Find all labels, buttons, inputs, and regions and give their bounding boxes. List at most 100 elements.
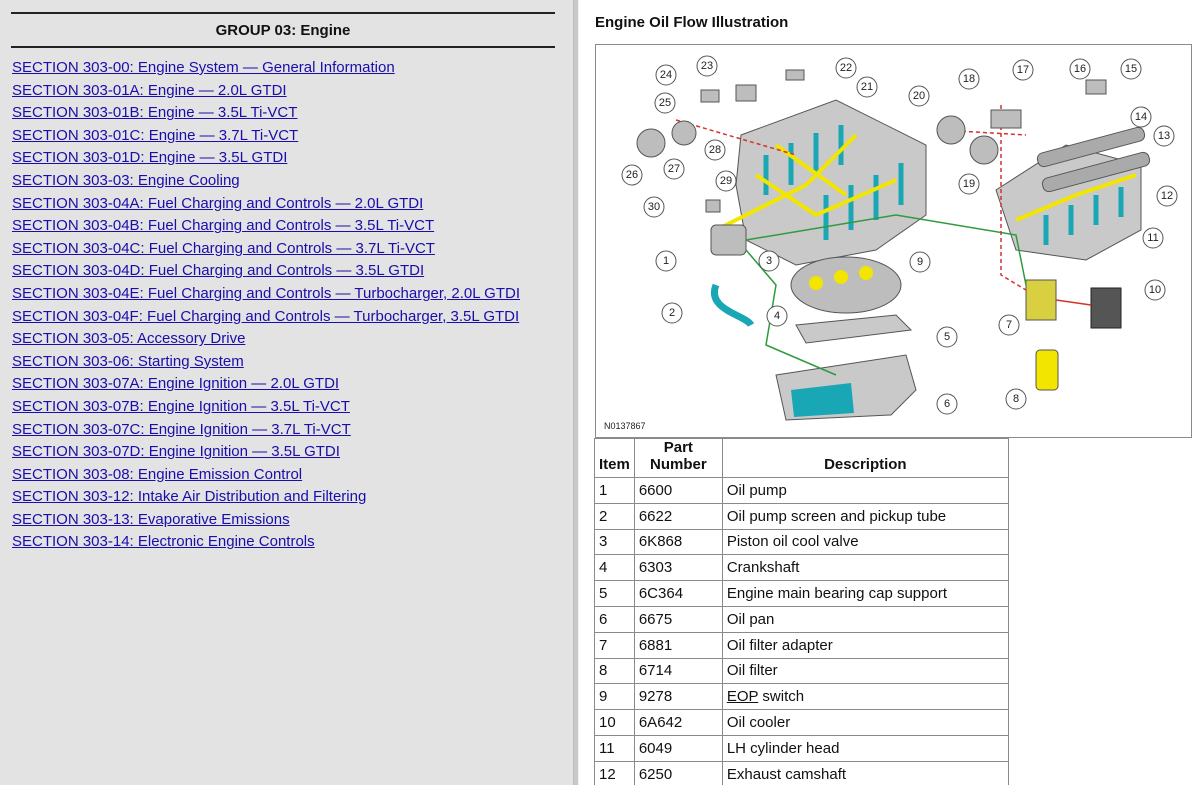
list-item: SECTION 303-05: Accessory Drive — [12, 329, 520, 352]
table-row: 4 6303 Crankshaft — [594, 554, 1009, 582]
svg-text:3: 3 — [766, 255, 772, 267]
section-link[interactable]: SECTION 303-01A: Engine — 2.0L GTDI — [12, 82, 287, 99]
section-link[interactable]: SECTION 303-04A: Fuel Charging and Contr… — [12, 195, 423, 212]
oil-pump-shape — [710, 224, 747, 256]
section-link[interactable]: SECTION 303-07A: Engine Ignition — 2.0L … — [12, 375, 339, 392]
item-cell: 2 — [594, 502, 635, 530]
item-cell: 7 — [594, 631, 635, 659]
description-cell: Oil pan — [721, 605, 1009, 633]
description-cell: Oil pump screen and pickup tube — [721, 502, 1009, 530]
column-header-part-number: Part Number — [633, 438, 723, 478]
svg-text:16: 16 — [1074, 63, 1086, 75]
svg-text:19: 19 — [963, 178, 975, 190]
callout-12: 12 — [1156, 185, 1178, 207]
svg-text:1: 1 — [663, 255, 669, 267]
callout-19: 19 — [958, 173, 980, 195]
section-link[interactable]: SECTION 303-04C: Fuel Charging and Contr… — [12, 240, 435, 257]
section-link[interactable]: SECTION 303-00: Engine System — General … — [12, 59, 395, 76]
svg-text:27: 27 — [668, 163, 680, 175]
section-link[interactable]: SECTION 303-01D: Engine — 3.5L GTDI — [12, 149, 287, 166]
part-number-cell: 6250 — [633, 760, 723, 785]
part-number-cell: 6A642 — [633, 709, 723, 736]
callout-3: 3 — [758, 250, 780, 272]
section-link[interactable]: SECTION 303-05: Accessory Drive — [12, 330, 245, 347]
part-number-cell: 6714 — [633, 657, 723, 685]
section-link[interactable]: SECTION 303-08: Engine Emission Control — [12, 466, 302, 483]
list-item: SECTION 303-04B: Fuel Charging and Contr… — [12, 216, 520, 239]
description-cell: Engine main bearing cap support — [721, 580, 1009, 607]
group-title: GROUP 03: Engine — [11, 12, 555, 48]
section-link-list: SECTION 303-00: Engine System — General … — [12, 58, 520, 555]
table-row: 5 6C364 Engine main bearing cap support — [594, 580, 1009, 607]
callout-13: 13 — [1153, 125, 1175, 147]
list-item: SECTION 303-00: Engine System — General … — [12, 58, 520, 81]
callout-2: 2 — [661, 302, 683, 324]
section-link[interactable]: SECTION 303-04F: Fuel Charging and Contr… — [12, 308, 519, 325]
section-link[interactable]: SECTION 303-07D: Engine Ignition — 3.5L … — [12, 443, 340, 460]
list-item: SECTION 303-04C: Fuel Charging and Contr… — [12, 239, 520, 262]
callout-16: 16 — [1069, 58, 1091, 80]
svg-text:26: 26 — [626, 169, 638, 181]
description-cell: Exhaust camshaft — [721, 760, 1009, 785]
callout-8: 8 — [1005, 388, 1027, 410]
svg-text:10: 10 — [1149, 284, 1161, 296]
section-link[interactable]: SECTION 303-13: Evaporative Emissions — [12, 511, 290, 528]
column-header-description: Description — [721, 438, 1009, 478]
list-item: SECTION 303-06: Starting System — [12, 352, 520, 375]
column-header-item: Item — [594, 438, 635, 478]
table-row: 9 9278 EOP switch — [594, 683, 1009, 711]
section-link[interactable]: SECTION 303-04D: Fuel Charging and Contr… — [12, 262, 424, 279]
list-item: SECTION 303-12: Intake Air Distribution … — [12, 487, 520, 510]
svg-text:6: 6 — [944, 398, 950, 410]
callout-5: 5 — [936, 326, 958, 348]
callout-17: 17 — [1012, 59, 1034, 81]
section-link[interactable]: SECTION 303-04E: Fuel Charging and Contr… — [12, 285, 520, 302]
svg-text:15: 15 — [1125, 63, 1137, 75]
description-cell: Oil pump — [721, 477, 1009, 504]
list-item: SECTION 303-04A: Fuel Charging and Contr… — [12, 194, 520, 217]
section-link[interactable]: SECTION 303-04B: Fuel Charging and Contr… — [12, 217, 434, 234]
svg-text:4: 4 — [774, 310, 780, 322]
svg-text:18: 18 — [963, 73, 975, 85]
callout-1: 1 — [655, 250, 677, 272]
item-cell: 11 — [594, 734, 635, 762]
section-link[interactable]: SECTION 303-07C: Engine Ignition — 3.7L … — [12, 421, 351, 438]
item-cell: 8 — [594, 657, 635, 685]
section-link[interactable]: SECTION 303-12: Intake Air Distribution … — [12, 488, 366, 505]
part-number-cell: 9278 — [633, 683, 723, 711]
section-link[interactable]: SECTION 303-14: Electronic Engine Contro… — [12, 533, 315, 550]
callout-21: 21 — [856, 76, 878, 98]
item-cell: 1 — [594, 477, 635, 504]
svg-text:24: 24 — [660, 69, 672, 81]
eop-abbreviation-link[interactable]: EOP — [727, 688, 758, 705]
svg-text:2: 2 — [669, 307, 675, 319]
list-item: SECTION 303-01D: Engine — 3.5L GTDI — [12, 148, 520, 171]
table-row: 6 6675 Oil pan — [594, 605, 1009, 633]
section-link[interactable]: SECTION 303-07B: Engine Ignition — 3.5L … — [12, 398, 350, 415]
svg-text:29: 29 — [720, 175, 732, 187]
svg-text:30: 30 — [648, 201, 660, 213]
section-link[interactable]: SECTION 303-01C: Engine — 3.7L Ti-VCT — [12, 127, 298, 144]
table-row: 3 6K868 Piston oil cool valve — [594, 528, 1009, 556]
callout-25: 25 — [654, 92, 676, 114]
part-number-cell: 6675 — [633, 605, 723, 633]
part-number-cell: 6622 — [633, 502, 723, 530]
section-link[interactable]: SECTION 303-01B: Engine — 3.5L Ti-VCT — [12, 104, 297, 121]
list-item: SECTION 303-01A: Engine — 2.0L GTDI — [12, 81, 520, 104]
section-link[interactable]: SECTION 303-03: Engine Cooling — [12, 172, 240, 189]
description-cell: Piston oil cool valve — [721, 528, 1009, 556]
list-item: SECTION 303-13: Evaporative Emissions — [12, 510, 520, 533]
illustration-title: Engine Oil Flow Illustration — [595, 14, 789, 31]
callout-18: 18 — [958, 68, 980, 90]
svg-text:8: 8 — [1013, 393, 1019, 405]
callout-4: 4 — [766, 305, 788, 327]
table-row: 10 6A642 Oil cooler — [594, 709, 1009, 736]
item-cell: 10 — [594, 709, 635, 736]
svg-text:14: 14 — [1135, 111, 1147, 123]
description-cell: EOP switch — [721, 683, 1009, 711]
list-item: SECTION 303-08: Engine Emission Control — [12, 465, 520, 488]
list-item: SECTION 303-04E: Fuel Charging and Contr… — [12, 284, 520, 307]
figure-code: N0137867 — [604, 421, 646, 431]
section-link[interactable]: SECTION 303-06: Starting System — [12, 353, 244, 370]
list-item: SECTION 303-01B: Engine — 3.5L Ti-VCT — [12, 103, 520, 126]
